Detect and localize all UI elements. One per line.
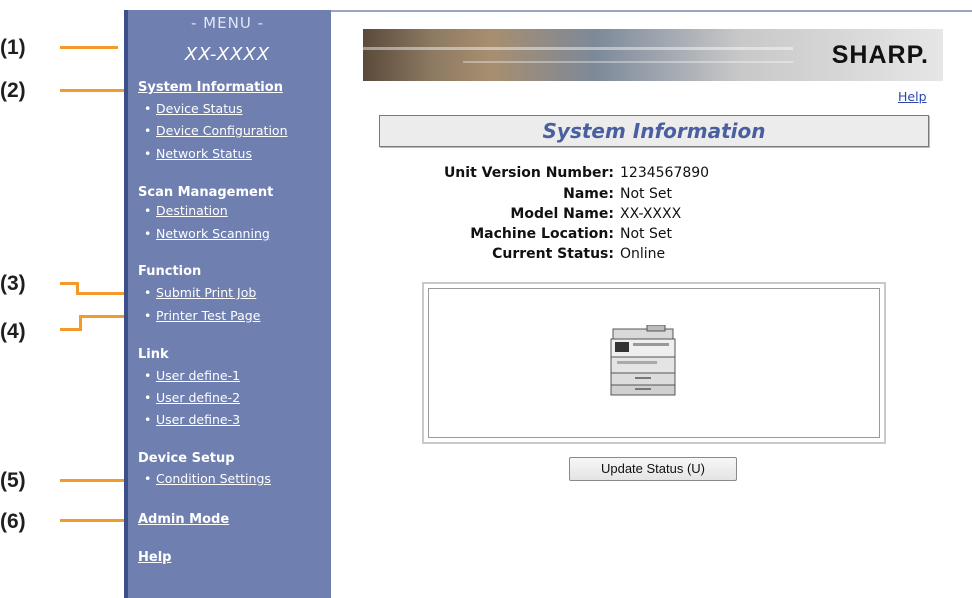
bullet-icon: • bbox=[144, 390, 152, 405]
info-label: Machine Location: bbox=[470, 226, 614, 242]
sidebar-section-link: Link bbox=[138, 347, 169, 362]
sidebar-admin-mode[interactable]: Admin Mode bbox=[138, 512, 229, 527]
device-image-panel bbox=[422, 282, 886, 444]
sidebar-edge bbox=[124, 10, 128, 598]
header-banner: SHARP. bbox=[363, 29, 943, 81]
callout-label: (1) bbox=[0, 36, 26, 59]
menu-title: - MENU - bbox=[191, 14, 264, 32]
help-link[interactable]: Help bbox=[898, 89, 927, 104]
info-label: Current Status: bbox=[492, 246, 614, 262]
info-value: Not Set bbox=[620, 226, 672, 242]
callout-line bbox=[60, 46, 118, 49]
sidebar-item-label: User define-3 bbox=[156, 412, 241, 427]
info-label: Model Name: bbox=[510, 206, 614, 222]
sidebar-item-label: Submit Print Job bbox=[156, 285, 257, 300]
sidebar-item-destination[interactable]: • Destination bbox=[144, 203, 228, 218]
info-value: Not Set bbox=[620, 186, 672, 202]
info-value: 1234567890 bbox=[620, 165, 710, 181]
info-label: Unit Version Number: bbox=[443, 165, 614, 181]
sidebar-item-user-define-3[interactable]: • User define-3 bbox=[144, 412, 240, 427]
bullet-icon: • bbox=[144, 368, 152, 383]
bullet-icon: • bbox=[144, 226, 152, 241]
sidebar-item-printer-test-page[interactable]: • Printer Test Page bbox=[144, 308, 260, 323]
device-image-frame bbox=[428, 288, 880, 438]
info-value: XX-XXXX bbox=[620, 206, 682, 222]
info-value: Online bbox=[620, 246, 666, 262]
banner-streak bbox=[463, 61, 793, 63]
sidebar-item-label: Printer Test Page bbox=[156, 308, 261, 323]
sidebar-section-scan-management: Scan Management bbox=[138, 185, 274, 200]
bullet-icon: • bbox=[144, 308, 152, 323]
sidebar-item-label: Condition Settings bbox=[156, 471, 271, 486]
sidebar-item-user-define-1[interactable]: • User define-1 bbox=[144, 368, 240, 383]
bullet-icon: • bbox=[144, 203, 152, 218]
info-label: Name: bbox=[563, 186, 614, 202]
sidebar-menu: - MENU - XX-XXXX System Information • Dev… bbox=[124, 10, 331, 598]
callout-label: (5) bbox=[0, 469, 26, 492]
sidebar-item-network-status[interactable]: • Network Status bbox=[144, 146, 252, 161]
update-status-button[interactable]: Update Status (U) bbox=[569, 457, 737, 481]
sharp-logo: SHARP. bbox=[831, 41, 929, 69]
callout-label: (2) bbox=[0, 79, 26, 102]
sidebar-item-label: User define-2 bbox=[156, 390, 241, 405]
sidebar-item-label: Network Scanning bbox=[156, 226, 270, 241]
sidebar-item-label: User define-1 bbox=[156, 368, 241, 383]
sidebar-item-device-status[interactable]: • Device Status bbox=[144, 101, 243, 116]
callout-label: (3) bbox=[0, 272, 26, 295]
bullet-icon: • bbox=[144, 471, 152, 486]
sidebar-item-label: Device Status bbox=[156, 101, 243, 116]
sidebar-section-function: Function bbox=[138, 264, 202, 279]
banner-streak bbox=[363, 47, 793, 50]
sidebar-help[interactable]: Help bbox=[138, 550, 171, 565]
sidebar-item-condition-settings[interactable]: • Condition Settings bbox=[144, 471, 271, 486]
sidebar-item-device-configuration[interactable]: • Device Configuration bbox=[144, 123, 288, 138]
model-name: XX-XXXX bbox=[184, 44, 271, 65]
bullet-icon: • bbox=[144, 146, 152, 161]
page-title: System Information bbox=[542, 119, 766, 143]
bullet-icon: • bbox=[144, 412, 152, 427]
bullet-icon: • bbox=[144, 101, 152, 116]
sidebar-item-label: Device Configuration bbox=[156, 123, 288, 138]
sidebar-item-network-scanning[interactable]: • Network Scanning bbox=[144, 226, 270, 241]
callout-label: (4) bbox=[0, 320, 26, 343]
sidebar-section-device-setup: Device Setup bbox=[138, 451, 235, 466]
sidebar-section-system-information[interactable]: System Information bbox=[138, 80, 283, 95]
sidebar-item-label: Destination bbox=[156, 203, 228, 218]
bullet-icon: • bbox=[144, 285, 152, 300]
sidebar-item-submit-print-job[interactable]: • Submit Print Job bbox=[144, 285, 256, 300]
sidebar-item-user-define-2[interactable]: • User define-2 bbox=[144, 390, 240, 405]
top-border bbox=[331, 10, 972, 12]
sidebar-item-label: Network Status bbox=[156, 146, 252, 161]
callout-label: (6) bbox=[0, 510, 26, 533]
copier-icon bbox=[610, 325, 676, 396]
bullet-icon: • bbox=[144, 123, 152, 138]
page-title-box: System Information bbox=[379, 115, 929, 147]
